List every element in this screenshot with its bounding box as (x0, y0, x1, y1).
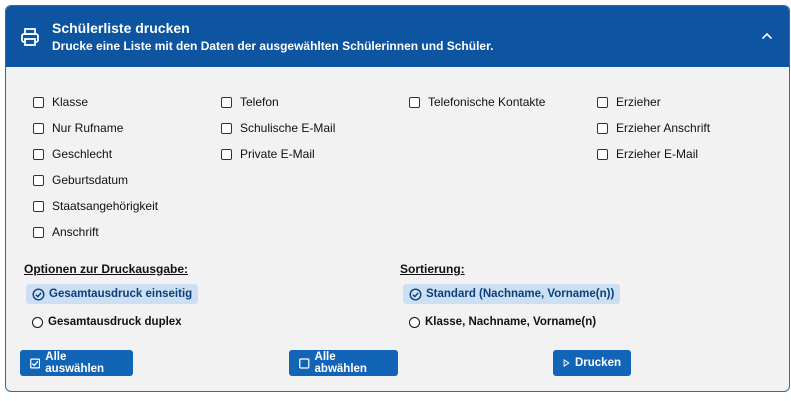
checkbox[interactable] (33, 174, 44, 186)
print-option-duplex[interactable]: Gesamtausdruck duplex (26, 312, 188, 332)
checkbox-checked-icon (30, 357, 41, 369)
checkbox[interactable] (33, 200, 44, 212)
field-option-telefon[interactable]: Telefon (221, 89, 335, 115)
checkbox[interactable] (409, 96, 420, 108)
print-button[interactable]: Drucken (553, 350, 631, 376)
chevron-up-icon (761, 32, 773, 40)
check-circle-icon (32, 287, 45, 301)
checkbox[interactable] (33, 148, 44, 160)
field-option-nur-rufname[interactable]: Nur Rufname (33, 115, 158, 141)
print-options-title: Optionen zur Druckausgabe: (24, 262, 189, 276)
select-all-button[interactable]: Alle auswählen (20, 350, 133, 376)
field-option-private-email[interactable]: Private E-Mail (221, 141, 335, 167)
deselect-all-button[interactable]: Alle abwählen (289, 350, 398, 376)
radio-button[interactable] (409, 316, 420, 328)
field-option-klasse[interactable]: Klasse (33, 89, 158, 115)
radio-button[interactable] (32, 316, 43, 328)
field-option-staatsangehoerigkeit[interactable]: Staatsangehörigkeit (33, 193, 158, 219)
field-option-erzieher[interactable]: Erzieher (597, 89, 710, 115)
print-option-single-sided[interactable]: Gesamtausdruck einseitig (26, 284, 199, 304)
checkbox-empty-icon (299, 357, 310, 369)
field-option-telefonische-kontakte[interactable]: Telefonische Kontakte (409, 89, 545, 115)
checkbox[interactable] (33, 122, 44, 134)
field-column-1: Klasse Nur Rufname Geschlecht Geburtsdat… (33, 89, 158, 245)
check-circle-icon (409, 287, 422, 301)
sort-option-class[interactable]: Klasse, Nachname, Vorname(n) (403, 312, 602, 332)
field-column-4: Erzieher Erzieher Anschrift Erzieher E-M… (597, 89, 710, 167)
field-column-2: Telefon Schulische E-Mail Private E-Mail (221, 89, 335, 167)
field-option-erzieher-anschrift[interactable]: Erzieher Anschrift (597, 115, 710, 141)
checkbox[interactable] (33, 226, 44, 238)
collapse-button[interactable] (759, 28, 775, 44)
checkbox[interactable] (221, 148, 232, 160)
checkbox[interactable] (221, 122, 232, 134)
printer-icon (21, 27, 39, 46)
panel-header[interactable]: Schülerliste drucken Drucke eine Liste m… (6, 6, 789, 67)
field-option-geschlecht[interactable]: Geschlecht (33, 141, 158, 167)
panel-body: Klasse Nur Rufname Geschlecht Geburtsdat… (6, 67, 789, 391)
checkbox[interactable] (221, 96, 232, 108)
panel-title: Schülerliste drucken (52, 19, 190, 36)
sort-option-standard[interactable]: Standard (Nachname, Vorname(n)) (403, 284, 621, 304)
print-student-list-panel: Schülerliste drucken Drucke eine Liste m… (5, 5, 790, 392)
field-option-anschrift[interactable]: Anschrift (33, 219, 158, 245)
field-column-3: Telefonische Kontakte (409, 89, 545, 115)
sorting-title: Sortierung: (400, 262, 465, 276)
field-option-geburtsdatum[interactable]: Geburtsdatum (33, 167, 158, 193)
panel-subtitle: Drucke eine Liste mit den Daten der ausg… (52, 38, 494, 53)
play-triangle-icon (563, 358, 570, 368)
checkbox[interactable] (597, 148, 608, 160)
checkbox[interactable] (33, 96, 44, 108)
field-option-erzieher-email[interactable]: Erzieher E-Mail (597, 141, 710, 167)
field-option-schulische-email[interactable]: Schulische E-Mail (221, 115, 335, 141)
checkbox[interactable] (597, 122, 608, 134)
checkbox[interactable] (597, 96, 608, 108)
